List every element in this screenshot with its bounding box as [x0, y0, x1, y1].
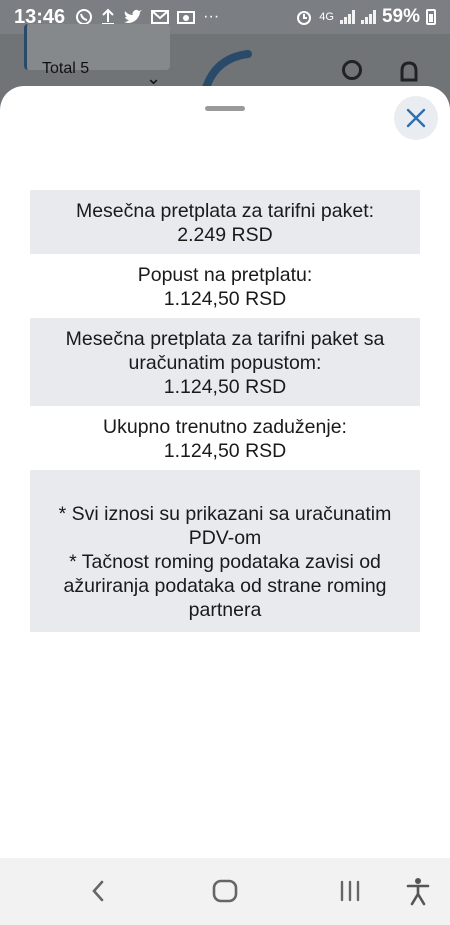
- photo-icon: [177, 11, 196, 24]
- back-icon[interactable]: [86, 876, 110, 906]
- system-navigation-bar: [0, 858, 450, 925]
- discounted-subscription-label-line2: uračunatim popustom:: [128, 352, 322, 374]
- notes-box: * Svi iznosi su prikazani sa uračunatim …: [30, 470, 420, 632]
- network-type: 4G: [319, 11, 334, 23]
- drag-handle[interactable]: [205, 106, 245, 111]
- twitter-icon: [124, 9, 143, 23]
- signal-icon-2: [360, 10, 376, 24]
- total-charge-row: Ukupno trenutno zaduženje: 1.124,50 RSD: [30, 406, 420, 470]
- accessibility-icon[interactable]: [404, 876, 432, 906]
- battery-level: 59%: [381, 6, 420, 27]
- discounted-subscription-row: Mesečna pretplata za tarifni paket sa ur…: [30, 318, 420, 406]
- total-dropdown-label: Total 5: [42, 60, 90, 77]
- battery-icon: [426, 9, 436, 25]
- note-line-5: partnera: [188, 599, 262, 621]
- subscription-label: Mesečna pretplata za tarifni paket:: [75, 200, 375, 222]
- gmail-icon: [151, 10, 170, 24]
- discount-value: 1.124,50 RSD: [163, 288, 287, 310]
- discount-row: Popust na pretplatu: 1.124,50 RSD: [30, 254, 420, 318]
- note-line-2: PDV-om: [188, 527, 262, 549]
- total-charge-value: 1.124,50 RSD: [163, 440, 287, 462]
- subscription-row: Mesečna pretplata za tarifni paket: 2.24…: [30, 190, 420, 254]
- status-right: 4G 59%: [295, 6, 436, 28]
- alarm-icon: [297, 11, 312, 25]
- user-icon: [342, 60, 362, 80]
- note-line-4: ažuriranja podataka od strane roming: [63, 575, 387, 597]
- discounted-subscription-value: 1.124,50 RSD: [163, 376, 287, 398]
- close-button[interactable]: [394, 96, 438, 140]
- brand-logo: [202, 50, 252, 90]
- total-charge-label: Ukupno trenutno zaduženje:: [103, 416, 347, 438]
- subscription-value: 2.249 RSD: [177, 224, 273, 246]
- more-notifications-icon: ···: [203, 8, 220, 25]
- signal-icon: [339, 10, 355, 24]
- discounted-subscription-label-line1: Mesečna pretplata za tarifni paket sa: [65, 328, 385, 350]
- home-icon[interactable]: [210, 876, 240, 906]
- charges-list: Mesečna pretplata za tarifni paket: 2.24…: [30, 190, 420, 632]
- close-icon: [406, 108, 426, 128]
- note-line-1: * Svi iznosi su prikazani sa uračunatim: [58, 503, 392, 525]
- recents-icon[interactable]: [336, 876, 364, 906]
- discount-label: Popust na pretplatu:: [137, 264, 313, 286]
- bell-icon: [400, 61, 418, 82]
- note-line-3: * Tačnost roming podataka zavisi od: [69, 551, 381, 573]
- details-bottom-sheet: Mesečna pretplata za tarifni paket: 2.24…: [0, 86, 450, 858]
